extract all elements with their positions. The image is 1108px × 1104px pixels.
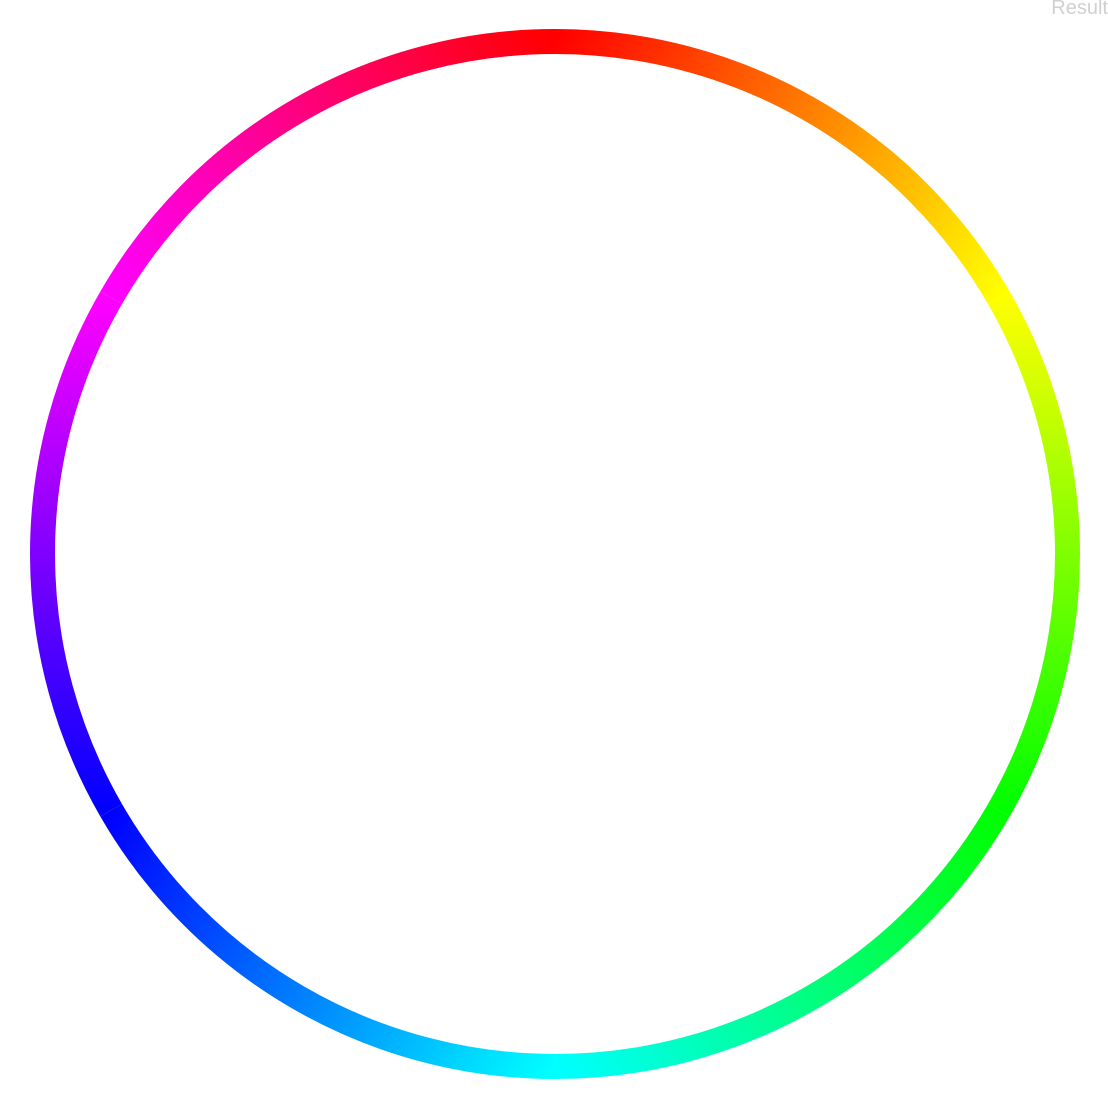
wheel-segment <box>100 29 556 305</box>
wheel-segment <box>554 803 1010 1079</box>
color-wheel-ring <box>30 29 1080 1079</box>
wheel-segment <box>30 291 122 817</box>
wheel-segment <box>554 29 1010 305</box>
wheel-segment <box>100 803 556 1079</box>
wheel-segment <box>988 291 1080 817</box>
